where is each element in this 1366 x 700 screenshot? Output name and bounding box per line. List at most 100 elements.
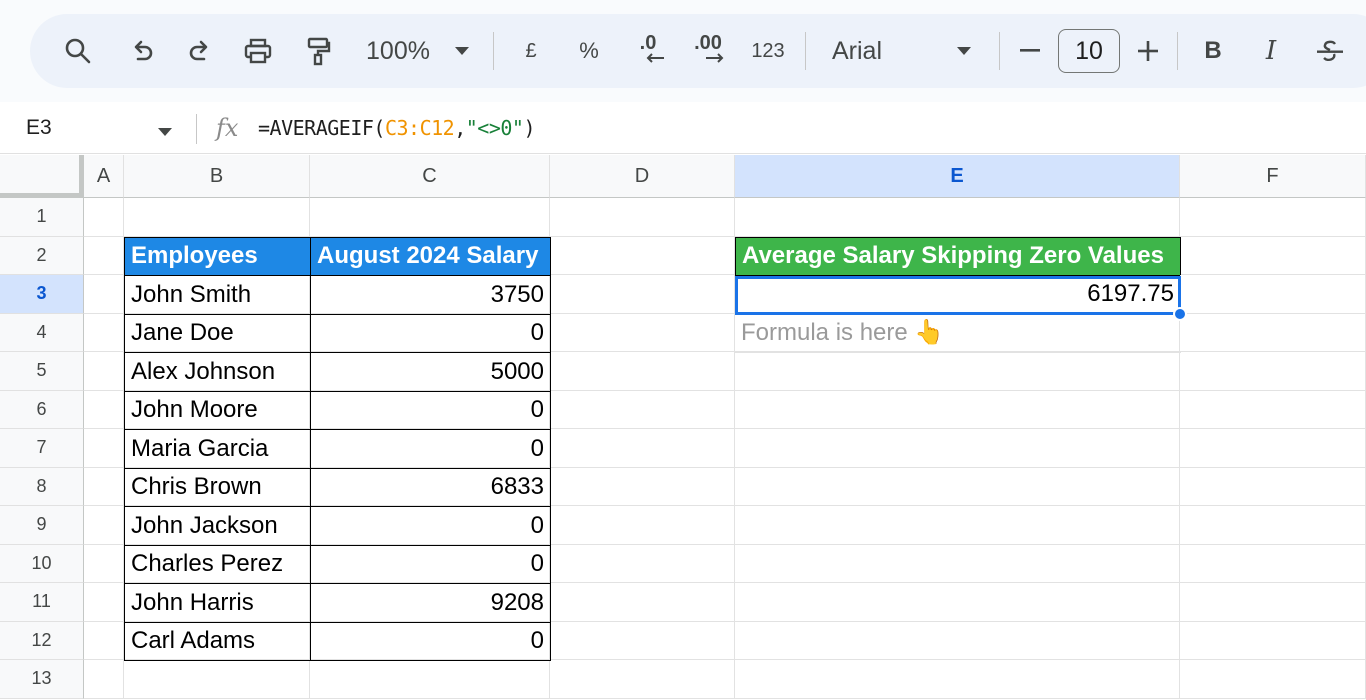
grid-cell[interactable]: [84, 544, 124, 583]
grid-cell[interactable]: [84, 583, 124, 622]
row-header-6[interactable]: 6: [0, 390, 84, 429]
average-salary-header-cell[interactable]: Average Salary Skipping Zero Values: [735, 236, 1181, 276]
grid-cell[interactable]: [84, 313, 124, 352]
grid-cell[interactable]: [84, 198, 124, 237]
grid-cell[interactable]: [735, 390, 1180, 429]
row-header-5[interactable]: 5: [0, 352, 84, 391]
redo-button[interactable]: [180, 14, 220, 88]
grid-cell[interactable]: [84, 506, 124, 545]
salary-value-cell[interactable]: 0: [310, 544, 551, 584]
row-header-13[interactable]: 13: [0, 660, 84, 699]
grid-cell[interactable]: [735, 352, 1180, 391]
grid-cell[interactable]: [84, 429, 124, 468]
grid-cell[interactable]: [735, 621, 1180, 660]
grid-cell[interactable]: [1180, 313, 1366, 352]
employee-name-cell[interactable]: Alex Johnson: [124, 352, 311, 392]
print-button[interactable]: [238, 14, 278, 88]
zoom-dropdown-arrow[interactable]: [450, 14, 474, 88]
decrease-font-size-button[interactable]: [1016, 14, 1044, 88]
row-header-1[interactable]: 1: [0, 198, 84, 237]
grid-cell[interactable]: [550, 660, 735, 699]
grid-cell[interactable]: [310, 660, 550, 699]
grid-cell[interactable]: [550, 236, 735, 275]
bold-button[interactable]: B: [1198, 14, 1228, 88]
column-header-c[interactable]: C: [310, 155, 550, 198]
grid-cell[interactable]: [550, 467, 735, 506]
salary-value-cell[interactable]: 0: [310, 506, 551, 546]
employees-header-cell[interactable]: Employees: [124, 236, 311, 276]
grid-cell[interactable]: [550, 352, 735, 391]
row-header-10[interactable]: 10: [0, 544, 84, 583]
employee-name-cell[interactable]: John Harris: [124, 583, 311, 623]
grid-cell[interactable]: [1180, 544, 1366, 583]
select-all-corner[interactable]: [0, 155, 84, 198]
grid-cell[interactable]: [1180, 352, 1366, 391]
salary-value-cell[interactable]: 0: [310, 313, 551, 353]
formula-input[interactable]: =AVERAGEIF(C3:C12,"<>0"): [258, 102, 535, 154]
column-header-d[interactable]: D: [550, 155, 735, 198]
grid-cell[interactable]: [1180, 390, 1366, 429]
salary-value-cell[interactable]: 9208: [310, 583, 551, 623]
undo-button[interactable]: [122, 14, 162, 88]
salary-value-cell[interactable]: 0: [310, 390, 551, 430]
grid-cell[interactable]: [1180, 506, 1366, 545]
column-header-e[interactable]: E: [735, 155, 1180, 198]
more-formats-button[interactable]: 123: [746, 14, 790, 88]
salary-value-cell[interactable]: 6833: [310, 467, 551, 507]
row-header-9[interactable]: 9: [0, 506, 84, 545]
formula-note-cell[interactable]: Formula is here 👆: [735, 314, 1181, 353]
row-header-2[interactable]: 2: [0, 236, 84, 275]
grid-cell[interactable]: [84, 467, 124, 506]
name-box-dropdown[interactable]: [158, 123, 172, 141]
grid-cell[interactable]: [735, 583, 1180, 622]
grid-cell[interactable]: [735, 660, 1180, 699]
salary-value-cell[interactable]: 3750: [310, 275, 551, 315]
employee-name-cell[interactable]: Charles Perez: [124, 544, 311, 584]
grid-cell[interactable]: [1180, 198, 1366, 237]
grid-cell[interactable]: [550, 506, 735, 545]
employee-name-cell[interactable]: John Smith: [124, 275, 311, 315]
column-header-b[interactable]: B: [124, 155, 310, 198]
salary-value-cell[interactable]: 0: [310, 621, 551, 661]
grid-cell[interactable]: [1180, 621, 1366, 660]
grid-cell[interactable]: [735, 544, 1180, 583]
grid-cell[interactable]: [84, 275, 124, 314]
grid-cell[interactable]: [84, 352, 124, 391]
grid-cell[interactable]: [1180, 236, 1366, 275]
grid-cell[interactable]: [124, 198, 310, 237]
employee-name-cell[interactable]: Carl Adams: [124, 621, 311, 661]
grid-cell[interactable]: [1180, 660, 1366, 699]
percent-format-button[interactable]: %: [574, 14, 604, 88]
salary-value-cell[interactable]: 0: [310, 429, 551, 469]
grid-cell[interactable]: [550, 429, 735, 468]
grid-cell[interactable]: [550, 621, 735, 660]
grid-cell[interactable]: [84, 236, 124, 275]
grid-cell[interactable]: [1180, 583, 1366, 622]
grid-cell[interactable]: [735, 429, 1180, 468]
row-header-7[interactable]: 7: [0, 429, 84, 468]
row-header-3[interactable]: 3: [0, 275, 84, 314]
row-header-8[interactable]: 8: [0, 467, 84, 506]
currency-format-button[interactable]: £: [516, 14, 546, 88]
increase-decimal-button[interactable]: .00: [686, 14, 730, 88]
row-header-4[interactable]: 4: [0, 313, 84, 352]
salary-value-cell[interactable]: 5000: [310, 352, 551, 392]
grid-cell[interactable]: [124, 660, 310, 699]
grid-cell[interactable]: [84, 390, 124, 429]
grid-cell[interactable]: [735, 467, 1180, 506]
employee-name-cell[interactable]: John Jackson: [124, 506, 311, 546]
paint-format-button[interactable]: [298, 14, 338, 88]
column-header-a[interactable]: A: [84, 155, 124, 198]
grid-cell[interactable]: [550, 313, 735, 352]
grid-cell[interactable]: [84, 621, 124, 660]
employee-name-cell[interactable]: Jane Doe: [124, 313, 311, 353]
grid-cell[interactable]: [1180, 275, 1366, 314]
row-header-12[interactable]: 12: [0, 621, 84, 660]
grid-cell[interactable]: [310, 198, 550, 237]
salary-header-cell[interactable]: August 2024 Salary: [310, 236, 551, 276]
decrease-decimal-button[interactable]: .0: [628, 14, 668, 88]
increase-font-size-button[interactable]: [1134, 14, 1162, 88]
employee-name-cell[interactable]: Chris Brown: [124, 467, 311, 507]
search-menus-button[interactable]: [58, 14, 98, 88]
grid-cell[interactable]: [735, 506, 1180, 545]
